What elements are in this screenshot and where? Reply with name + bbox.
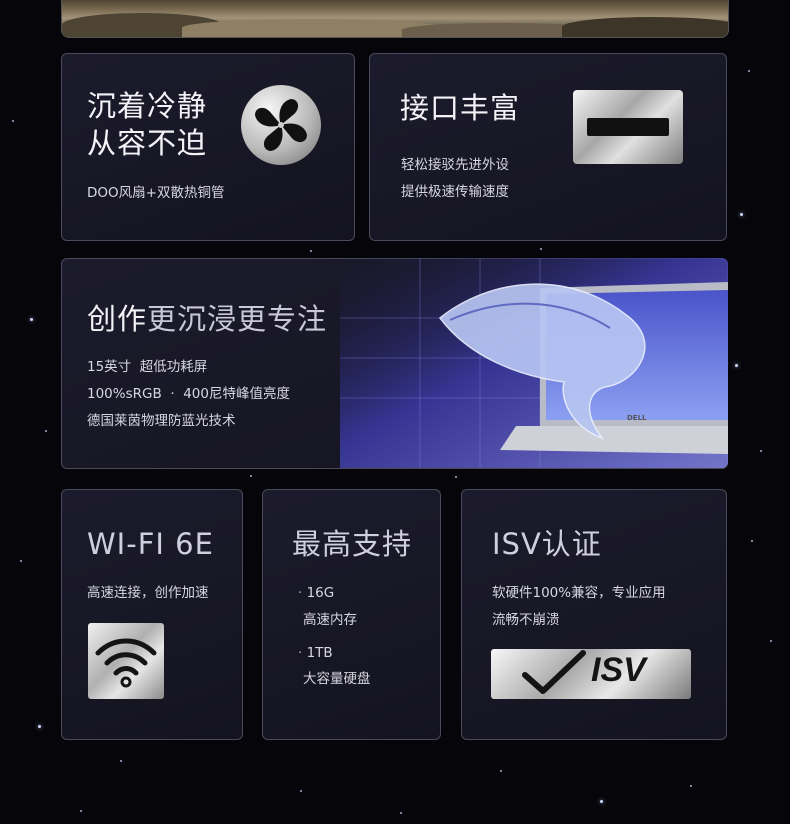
- memory-title: 最高支持: [292, 527, 413, 561]
- isv-desc-line2: 流畅不崩溃: [492, 612, 560, 628]
- cooling-title: 沉着冷静 从容不迫: [87, 89, 208, 160]
- disk-label: 大容量硬盘: [303, 671, 371, 687]
- display-title-part2: 更沉浸更专注: [147, 302, 328, 336]
- wifi-icon: [88, 623, 164, 699]
- isv-badge: ISV: [491, 649, 691, 699]
- landscape-photo-strip: [61, 0, 729, 38]
- wifi-desc: 高速连接，创作加速: [87, 585, 209, 601]
- laptop-whale-illustration: DELL: [340, 258, 728, 468]
- checkmark-icon: [522, 650, 586, 694]
- dell-logo: DELL: [627, 414, 647, 422]
- port-icon: [573, 90, 683, 164]
- isv-title: ISV认证: [492, 527, 602, 561]
- wifi-title: WI-FI 6E: [87, 527, 214, 561]
- isv-desc-line1: 软硬件100%兼容，专业应用: [492, 585, 666, 601]
- display-spec-eyecare: 德国莱茵物理防蓝光技术: [87, 413, 236, 429]
- ports-title: 接口丰富: [400, 91, 521, 125]
- fan-icon: [241, 85, 321, 165]
- ports-desc-line1: 轻松接驳先进外设: [401, 157, 509, 173]
- display-title: 创作更沉浸更专注: [87, 296, 327, 338]
- ports-desc-line2: 提供极速传输速度: [401, 184, 509, 200]
- display-title-part1: 创作: [87, 302, 148, 336]
- isv-badge-text: ISV: [591, 651, 646, 689]
- memory-value: 16G: [298, 580, 335, 607]
- display-spec-size: 15英寸 超低功耗屏: [87, 359, 208, 375]
- display-spec-color: 100%sRGB · 400尼特峰值亮度: [87, 386, 290, 402]
- disk-value: 1TB: [298, 640, 333, 667]
- cooling-desc: DOO风扇+双散热铜管: [87, 185, 225, 201]
- memory-label: 高速内存: [303, 612, 357, 628]
